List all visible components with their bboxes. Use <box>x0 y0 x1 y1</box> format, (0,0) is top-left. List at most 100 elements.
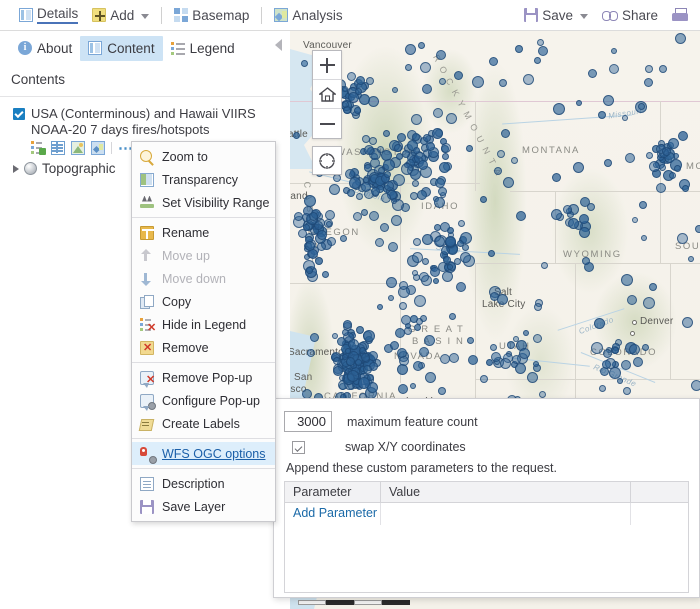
hotspot-point[interactable] <box>667 137 679 149</box>
hotspot-point[interactable] <box>628 343 640 355</box>
menu-item-remove-pop-up[interactable]: ✕ Remove Pop-up <box>132 366 275 389</box>
hotspot-point[interactable] <box>496 294 508 305</box>
hotspot-point[interactable] <box>392 173 405 186</box>
hotspot-point[interactable] <box>412 238 421 247</box>
hotspot-point[interactable] <box>398 280 408 290</box>
hotspot-point[interactable] <box>441 270 453 282</box>
hotspot-point[interactable] <box>597 110 606 119</box>
hotspot-point[interactable] <box>400 162 413 175</box>
hotspot-point[interactable] <box>385 277 397 289</box>
hotspot-point[interactable] <box>522 330 529 337</box>
menu-item-transparency[interactable]: Transparency <box>132 168 275 191</box>
menu-item-copy[interactable]: Copy <box>132 290 275 313</box>
share-button[interactable]: Share <box>595 0 665 30</box>
layer-title[interactable]: USA (Conterminous) and Hawaii VIIRS NOAA… <box>31 106 280 138</box>
hotspot-point[interactable] <box>412 251 424 263</box>
hotspot-point[interactable] <box>368 350 379 361</box>
hotspot-point[interactable] <box>419 62 431 74</box>
hotspot-point[interactable] <box>395 327 405 338</box>
hotspot-point[interactable] <box>412 360 423 371</box>
hotspot-point[interactable] <box>515 211 526 222</box>
hotspot-point[interactable] <box>479 195 487 203</box>
menu-item-create-labels[interactable]: Create Labels <box>132 412 275 435</box>
hotspot-point[interactable] <box>418 159 429 170</box>
collapse-left-icon[interactable] <box>275 39 282 51</box>
hotspot-point[interactable] <box>425 142 435 152</box>
hotspot-point[interactable] <box>437 186 447 196</box>
hotspot-point[interactable] <box>632 356 643 367</box>
hotspot-point[interactable] <box>642 343 650 351</box>
hotspot-point[interactable] <box>540 262 548 270</box>
hotspot-point[interactable] <box>421 84 432 95</box>
hotspot-point[interactable] <box>341 85 348 92</box>
hotspot-point[interactable] <box>338 375 345 382</box>
hotspot-point[interactable] <box>332 357 341 366</box>
hotspot-point[interactable] <box>325 221 332 228</box>
hotspot-point[interactable] <box>459 252 471 264</box>
hotspot-point[interactable] <box>695 224 700 233</box>
hotspot-point[interactable] <box>326 236 336 246</box>
hotspot-point[interactable] <box>301 59 309 67</box>
hotspot-point[interactable] <box>648 160 660 172</box>
hotspot-point[interactable] <box>391 214 403 226</box>
hotspot-point[interactable] <box>387 241 398 252</box>
hotspot-point[interactable] <box>588 68 597 78</box>
save-button[interactable]: Save <box>517 0 595 30</box>
hotspot-point[interactable] <box>449 352 459 363</box>
hotspot-point[interactable] <box>411 270 418 277</box>
menu-item-zoom-to[interactable]: Zoom to <box>132 145 275 168</box>
add-button[interactable]: Add <box>85 0 156 30</box>
hotspot-point[interactable] <box>572 161 584 173</box>
hotspot-point[interactable] <box>404 63 412 71</box>
tab-about[interactable]: i About <box>10 36 80 61</box>
hotspot-point[interactable] <box>411 179 419 187</box>
hotspot-point[interactable] <box>344 348 351 355</box>
hotspot-point[interactable] <box>514 363 526 375</box>
locate-button[interactable] <box>312 146 342 175</box>
hotspot-point[interactable] <box>616 377 623 384</box>
hotspot-point[interactable] <box>655 182 666 193</box>
value-cell[interactable] <box>381 503 631 525</box>
hotspot-point[interactable] <box>355 326 364 335</box>
hotspot-point[interactable] <box>332 332 338 339</box>
hotspot-point[interactable] <box>644 77 654 87</box>
hotspot-point[interactable] <box>435 177 446 188</box>
hotspot-point[interactable] <box>511 354 521 364</box>
hotspot-point[interactable] <box>441 142 451 153</box>
hotspot-point[interactable] <box>488 56 498 66</box>
hotspot-point[interactable] <box>396 152 403 160</box>
chevron-right-icon[interactable] <box>13 164 19 173</box>
hotspot-point[interactable] <box>397 384 408 395</box>
hotspot-point[interactable] <box>453 70 463 80</box>
hotspot-point[interactable] <box>506 341 515 350</box>
hotspot-point[interactable] <box>418 347 429 358</box>
hotspot-point[interactable] <box>608 63 619 74</box>
hotspot-point[interactable] <box>349 177 361 189</box>
hotspot-point[interactable] <box>380 222 390 232</box>
hotspot-point[interactable] <box>500 357 512 369</box>
hotspot-point[interactable] <box>691 379 700 391</box>
hotspot-point[interactable] <box>502 177 514 189</box>
hotspot-point[interactable] <box>681 184 689 192</box>
hotspot-point[interactable] <box>342 319 352 329</box>
hotspot-point[interactable] <box>341 101 349 109</box>
hotspot-point[interactable] <box>365 76 374 85</box>
zoom-out-button[interactable] <box>313 109 341 138</box>
hotspot-point[interactable] <box>578 226 590 238</box>
hotspot-point[interactable] <box>368 95 380 107</box>
hotspot-point[interactable] <box>466 336 474 344</box>
hotspot-point[interactable] <box>603 158 612 167</box>
hotspot-point[interactable] <box>422 233 434 245</box>
hotspot-point[interactable] <box>677 130 688 141</box>
hotspot-point[interactable] <box>466 144 473 152</box>
hotspot-point[interactable] <box>432 127 444 139</box>
hotspot-point[interactable] <box>601 359 611 369</box>
hotspot-point[interactable] <box>360 352 370 362</box>
hotspot-point[interactable] <box>676 233 688 245</box>
hotspot-point[interactable] <box>501 128 511 138</box>
hotspot-point[interactable] <box>439 221 450 232</box>
hotspot-point[interactable] <box>371 186 380 196</box>
hotspot-point[interactable] <box>673 164 681 172</box>
hotspot-point[interactable] <box>637 102 645 110</box>
hotspot-point[interactable] <box>563 204 572 214</box>
